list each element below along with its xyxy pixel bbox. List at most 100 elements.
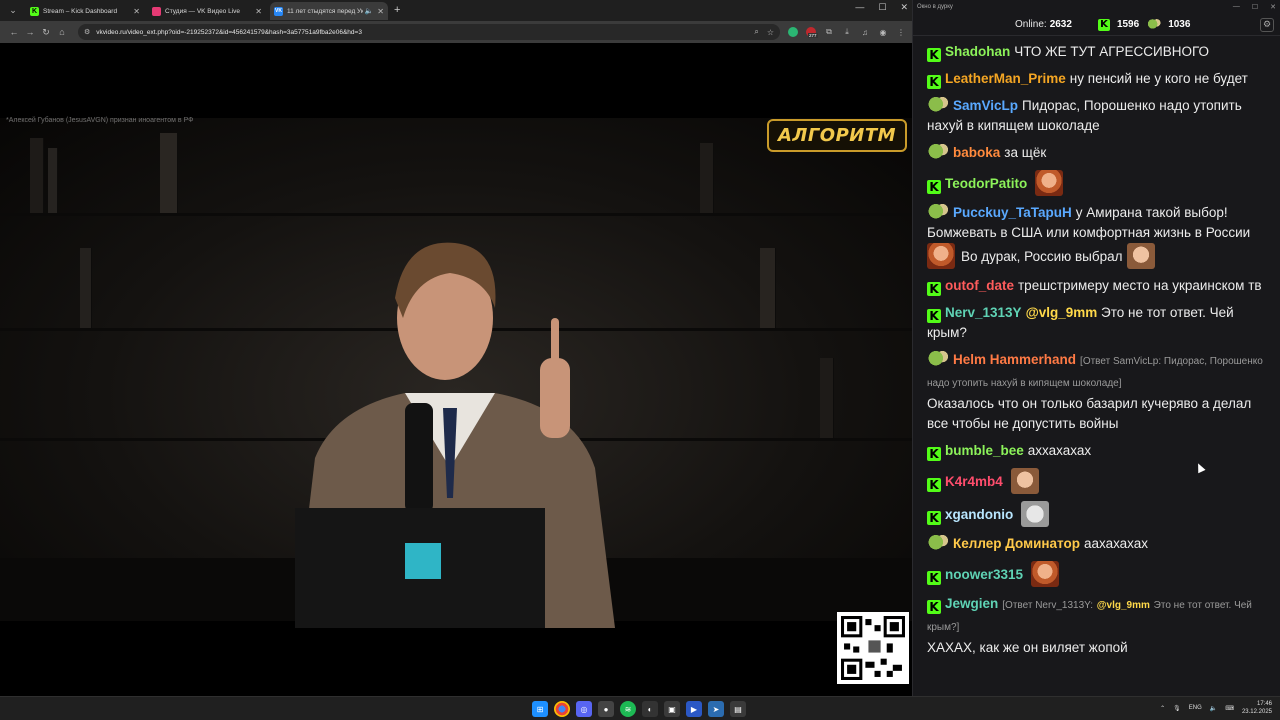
chat-message: K K4r4mb4 [927,468,1273,494]
reply-mention[interactable]: @vlg_9mm [1097,600,1150,611]
video-player[interactable]: *Алексей Губанов (JesusAVGN) признан ино… [0,43,912,696]
chat-message-text: ЧТО ЖЕ ТУТ АГРЕССИВНОГО [1014,44,1210,59]
pepe-badge-icon [927,144,949,160]
chat-username[interactable]: K4r4mb4 [945,474,1003,489]
tab-kick-dashboard[interactable]: K Stream – Kick Dashboard ✕ [26,2,144,20]
media-control-icon[interactable]: ♫ [860,27,870,37]
chat-message-text: аахахахах [1083,536,1149,551]
chat-mention[interactable]: @vlg_9mm [1026,305,1098,320]
clock[interactable]: 17:46 23.12.2025 [1242,700,1272,716]
kick-favicon-icon: K [30,6,39,16]
volume-icon[interactable]: 🔈 [1210,705,1217,712]
forward-icon[interactable]: → [22,27,38,37]
close-tab-icon[interactable]: ✕ [133,7,140,16]
tab-search-icon[interactable]: ⌄ [4,3,22,17]
maximize-icon[interactable]: ☐ [878,2,886,13]
chat-username[interactable]: bumble_bee [945,443,1024,458]
network-icon[interactable]: ⌨ [1225,705,1234,712]
maximize-icon[interactable]: ☐ [1252,3,1258,11]
pepe-badge-icon [927,97,949,113]
chat-username[interactable]: Nerv_1313Y [945,305,1022,320]
chat-username[interactable]: Shadohan [945,44,1010,59]
home-icon[interactable]: ⌂ [54,27,70,37]
tab-vk-video[interactable]: VK 11 лет стыдятся перед Укр 🔈 ✕ [270,2,388,20]
vk-live-favicon-icon [152,6,161,16]
chat-username[interactable]: LeatherMan_Prime [945,71,1066,86]
chat-username[interactable]: Келлер Доминатор [953,536,1080,551]
microphone-icon[interactable]: 🎙 [1173,705,1181,712]
navigation-bar: ← → ↻ ⌂ ⚙ vkvideo.ru/video_ext.php?oid=-… [0,21,912,43]
profile-icon[interactable]: ◉ [878,27,888,37]
url-text: vkvideo.ru/video_ext.php?oid=-219252372&… [96,28,362,36]
foreign-agent-notice: *Алексей Губанов (JesusAVGN) признан ино… [6,117,194,124]
address-bar[interactable]: ⚙ vkvideo.ru/video_ext.php?oid=-21925237… [78,24,780,40]
close-window-icon[interactable]: ✕ [1270,3,1276,11]
obs-icon[interactable]: ● [598,701,614,717]
menu-icon[interactable]: ⋮ [896,27,906,37]
new-tab-button[interactable]: + [394,4,400,16]
chat-username[interactable]: noower3315 [945,567,1023,582]
extensions-puzzle-icon[interactable]: ⧉ [824,27,834,37]
chat-username[interactable]: baboka [953,145,1000,160]
tab-vk-studio[interactable]: Студия — VK Видео Live ✕ [148,2,266,20]
chat-message: Helm Hammerhand [Ответ SamVicLp: Пидорас,… [927,350,1273,434]
language-indicator[interactable]: ENG [1189,705,1202,711]
chat-username[interactable]: TeodorPatito [945,176,1027,191]
tray-overflow-icon[interactable]: ⌃ [1160,705,1165,712]
chat-username[interactable]: Jewgien [945,596,998,611]
chat-message-text: Во дурак, Россию выбрал [961,249,1123,264]
online-count: 2632 [1049,19,1072,30]
spotify-icon[interactable]: ≋ [620,701,636,717]
close-tab-icon[interactable]: ✕ [255,7,262,16]
bookmark-star-icon[interactable]: ☆ [767,28,774,37]
kick-logo-icon: K [1097,18,1110,31]
presenter-figure [295,242,615,628]
discord-icon[interactable]: ◎ [576,701,592,717]
vk-live-logo-icon [1147,19,1162,30]
download-icon[interactable]: ⤓ [842,27,852,37]
zoom-icon[interactable]: ⌕ [754,27,758,37]
extension-green-icon[interactable] [788,27,798,37]
chat-message-list[interactable]: K Shadohan ЧТО ЖЕ ТУТ АГРЕССИВНОГО K Leather… [913,38,1280,696]
chrome-icon[interactable] [554,701,570,717]
taskbar-apps: ⊞ ◎ ● ≋ ◐ ▣ ▶ ➤ ▤ [532,701,746,717]
chat-username[interactable]: Pucckuy_TaTapuH [953,205,1072,220]
chat-username[interactable]: Helm Hammerhand [953,352,1076,367]
chat-username[interactable]: xgandonio [945,507,1013,522]
back-icon[interactable]: ← [6,27,22,37]
windows-start-icon[interactable]: ⊞ [532,701,548,717]
steam-icon[interactable]: ◐ [642,701,658,717]
chat-message-text: аххахахах [1027,443,1092,458]
extension-red-icon[interactable]: 277 [806,27,818,38]
browser-window: ⌄ K Stream – Kick Dashboard ✕ Студия — V… [0,0,912,696]
app-icon[interactable]: ▣ [664,701,680,717]
close-tab-icon[interactable]: ✕ [377,7,384,16]
site-info-icon[interactable]: ⚙ [84,28,90,36]
taskbar: ⊞ ◎ ● ≋ ◐ ▣ ▶ ➤ ▤ ⌃ 🎙 ENG 🔈 ⌨ 17:46 23.1… [0,696,1280,720]
minimize-icon[interactable]: — [1233,3,1240,11]
file-explorer-icon[interactable]: ▤ [730,701,746,717]
chat-message: Kxgandonio [927,501,1273,527]
clock-time: 17:46 [1256,701,1272,707]
player-icon[interactable]: ▶ [686,701,702,717]
chat-message: K LeatherMan_Prime ну пенсий не у кого не … [927,69,1273,89]
close-window-icon[interactable]: ✕ [900,2,908,13]
emote-face1-icon [1035,170,1064,196]
chat-message: Келлер Доминатор аахахахах [927,534,1273,554]
telegram-icon[interactable]: ➤ [708,701,724,717]
chat-message: baboka за щёк [927,143,1273,163]
chat-username[interactable]: SamVicLp [953,98,1018,113]
speaker-icon[interactable]: 🔈 [365,7,374,15]
emote-face2-icon [1010,468,1039,494]
chat-message: Knoower3315 [927,561,1273,587]
vk-viewer-count: 1036 [1168,19,1191,30]
extension-badge-count: 277 [808,33,818,38]
minimize-icon[interactable]: — [855,2,864,13]
tab-title: 11 лет стыдятся перед Укр [287,7,363,15]
reload-icon[interactable]: ↻ [38,27,54,38]
chat-message: K Shadohan ЧТО ЖЕ ТУТ АГРЕССИВНОГО [927,42,1273,62]
chat-message: Pucckuy_TaTapuH у Амирана такой выбор! Бо… [927,203,1273,269]
kick-badge-icon: K [927,600,941,614]
chat-username[interactable]: outof_date [945,278,1014,293]
settings-gear-icon[interactable]: ⚙ [1260,17,1274,32]
